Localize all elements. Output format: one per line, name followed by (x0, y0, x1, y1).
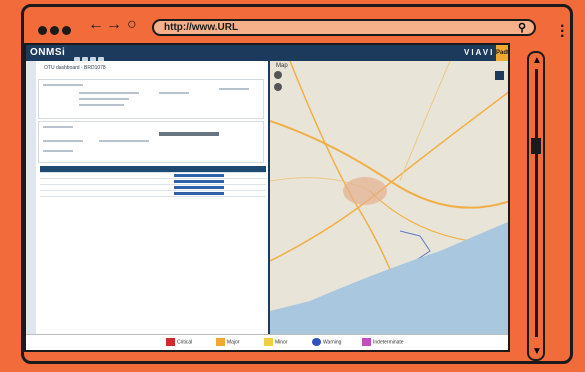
legend-label: Warning (323, 339, 342, 346)
indeterminate-alarm-icon (362, 338, 371, 346)
app-header: ONMSi VIAVI Padtec (26, 45, 508, 63)
scroll-thumb[interactable] (531, 138, 541, 154)
info-line (43, 140, 83, 142)
scroll-down-icon[interactable]: ▼ (532, 346, 542, 357)
info-line (219, 88, 249, 90)
info-line (79, 98, 129, 100)
measurement-table (40, 166, 266, 197)
legend-major: Major (216, 338, 240, 346)
progress-bar (159, 132, 219, 136)
viavi-logo: VIAVI (464, 48, 495, 57)
map-roads (270, 61, 508, 339)
legend-warning: Warning (312, 338, 341, 346)
window-dot[interactable] (50, 26, 59, 35)
search-icon[interactable]: ⚲ (518, 21, 526, 34)
legend-indeterminate: Indeterminate (362, 338, 404, 346)
legend-label: Minor (275, 339, 288, 346)
info-line (43, 150, 73, 152)
otu-dashboard-panel: OTU dashboard - BRD1078 (26, 61, 270, 339)
info-line (79, 104, 124, 106)
scrollbar[interactable]: ▲ ▼ (527, 51, 545, 361)
back-arrow-icon[interactable]: ← (88, 16, 104, 34)
alarm-legend: Critical Major Minor Warning Indetermina… (26, 334, 508, 350)
forward-arrow-icon[interactable]: → (106, 16, 122, 34)
info-line (43, 84, 83, 86)
info-line (79, 92, 139, 94)
legend-label: Indeterminate (373, 339, 404, 346)
legend-critical: Critical (166, 338, 192, 346)
scroll-up-icon[interactable]: ▲ (532, 55, 542, 66)
legend-label: Major (227, 339, 240, 346)
onmsi-logo: ONMSi (30, 47, 66, 58)
critical-alarm-icon (166, 338, 175, 346)
window-dot[interactable] (38, 26, 47, 35)
address-bar[interactable]: http://www.URL ⚲ (152, 19, 536, 36)
dashboard-title: OTU dashboard - BRD1078 (44, 65, 106, 71)
map-panel[interactable]: Map (270, 61, 508, 339)
padtec-logo: Padtec (496, 45, 508, 61)
window-dot[interactable] (62, 26, 71, 35)
monitoring-card (38, 121, 264, 163)
info-line (159, 92, 189, 94)
window-controls (38, 22, 74, 40)
kebab-menu-icon[interactable]: ... (560, 15, 564, 41)
major-alarm-icon (216, 338, 225, 346)
info-line (43, 126, 73, 128)
reload-icon[interactable]: ○ (127, 16, 137, 34)
side-toolbar (26, 61, 36, 339)
app-screen: ONMSi VIAVI Padtec OTU dashboard - BRD10… (24, 43, 510, 352)
legend-minor: Minor (264, 338, 288, 346)
warning-alarm-icon (312, 338, 321, 346)
scroll-track[interactable] (535, 69, 538, 337)
info-line (99, 140, 149, 142)
table-row[interactable] (40, 191, 266, 197)
legend-label: Critical (177, 339, 193, 346)
minor-alarm-icon (264, 338, 273, 346)
otu-info-card (38, 79, 264, 119)
url-text: http://www.URL (164, 22, 239, 33)
table-header (40, 166, 266, 173)
